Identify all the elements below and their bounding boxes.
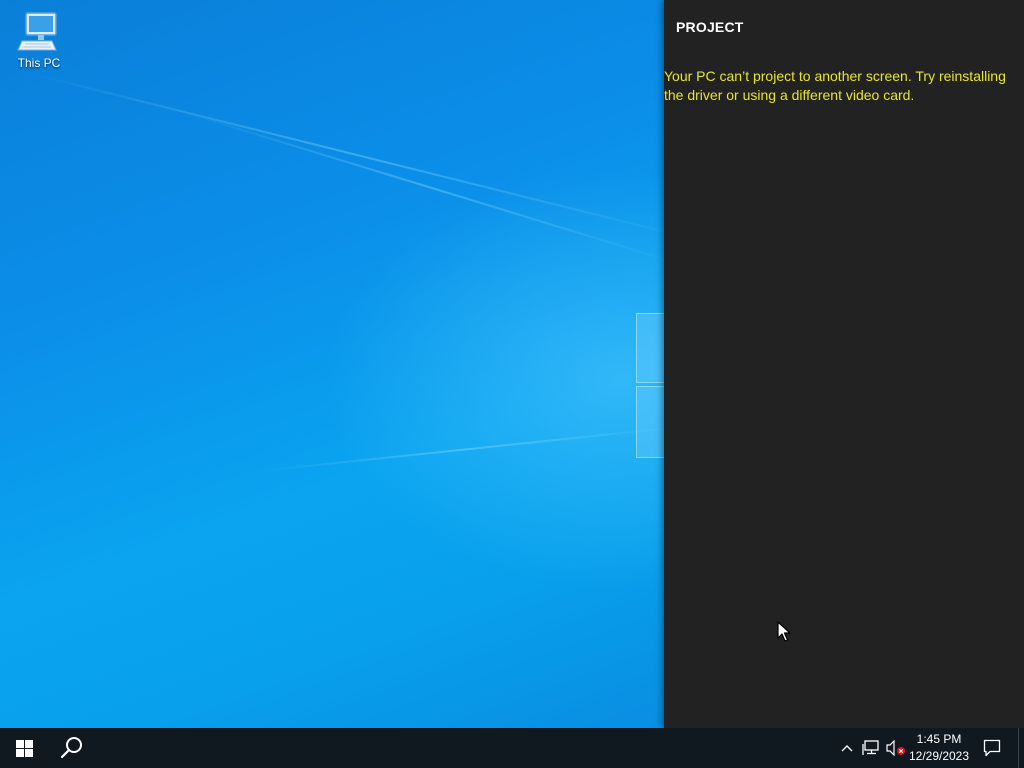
wallpaper-light-beam (179, 110, 678, 264)
start-button[interactable] (0, 728, 48, 768)
action-center-button[interactable] (976, 728, 1008, 768)
windows-logo-icon (15, 739, 33, 757)
chevron-up-icon (841, 745, 853, 752)
wallpaper-logo-pane (636, 386, 666, 458)
action-center-icon (983, 739, 1001, 757)
mouse-cursor-icon (777, 621, 791, 642)
project-panel: PROJECT Your PC can’t project to another… (664, 0, 1024, 728)
panel-title: PROJECT (676, 19, 744, 35)
wallpaper-light-beam (259, 426, 678, 472)
taskbar: 1:45 PM 12/29/2023 (0, 728, 1024, 768)
show-desktop-button[interactable] (1018, 728, 1024, 768)
clock-date: 12/29/2023 (908, 749, 970, 763)
network-tray-button[interactable] (860, 728, 882, 768)
desktop-icon-label: This PC (17, 56, 61, 70)
screen: This PC PROJECT Your PC can’t project to… (0, 0, 1024, 768)
show-hidden-icons-button[interactable] (836, 728, 858, 768)
wallpaper-logo-pane (636, 313, 666, 383)
clock-time: 1:45 PM (916, 732, 962, 746)
volume-muted-icon (886, 740, 905, 756)
search-icon (60, 737, 82, 759)
panel-error-message: Your PC can’t project to another screen.… (664, 68, 1006, 103)
search-button[interactable] (48, 728, 96, 768)
taskbar-clock[interactable]: 1:45 PM 12/29/2023 (904, 728, 974, 768)
wallpaper-light-beam (19, 70, 700, 242)
computer-icon (17, 12, 57, 51)
network-icon (862, 740, 879, 755)
desktop-icon-this-pc[interactable]: This PC (10, 8, 68, 70)
